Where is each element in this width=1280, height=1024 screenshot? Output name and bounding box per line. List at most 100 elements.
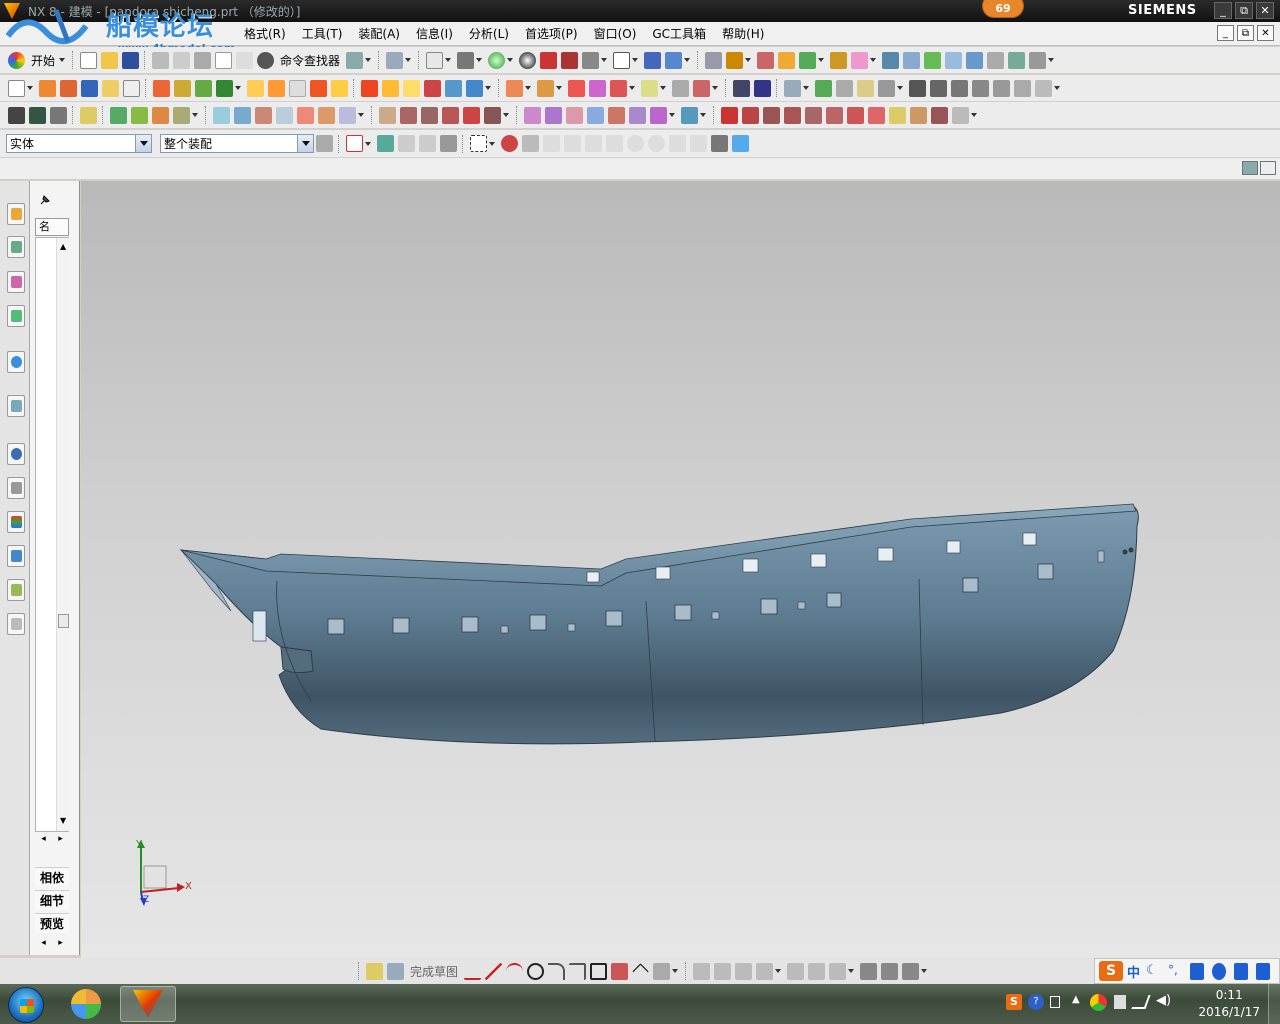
toolbar-grip[interactable] — [697, 51, 700, 69]
type-filter-select[interactable]: 实体 — [6, 134, 152, 153]
toolbar-grip[interactable] — [72, 51, 75, 69]
snap-quadrant-icon[interactable] — [648, 135, 665, 152]
styled-blend-icon[interactable] — [566, 106, 583, 124]
silhouette-icon[interactable] — [545, 106, 562, 124]
dropdown-arrow[interactable] — [365, 141, 371, 146]
dropdown-arrow[interactable] — [476, 58, 483, 62]
dropdown-arrow[interactable] — [525, 86, 531, 90]
pin-icon[interactable] — [40, 195, 50, 205]
n-sided-surface-icon[interactable] — [297, 106, 314, 124]
paint-icon[interactable] — [152, 106, 169, 124]
restore-button[interactable]: ⧉ — [1235, 2, 1253, 19]
chevron-down-icon[interactable] — [297, 135, 313, 152]
clip-icon[interactable] — [561, 51, 579, 69]
mirror-curve-icon[interactable] — [860, 962, 878, 980]
snap-on-curve-icon[interactable] — [690, 135, 707, 152]
touch-mode-icon[interactable] — [346, 51, 364, 69]
profile-icon[interactable] — [464, 963, 482, 980]
body-select-icon[interactable] — [398, 135, 415, 152]
close-button[interactable]: ✕ — [1256, 2, 1274, 19]
save-icon[interactable] — [122, 51, 140, 69]
table-icon[interactable] — [705, 51, 723, 69]
dropdown-arrow[interactable] — [632, 58, 639, 62]
3d-cube-icon[interactable] — [732, 135, 749, 152]
block-icon[interactable] — [882, 51, 900, 69]
dropdown-arrow[interactable] — [365, 58, 372, 62]
snap-arc-center-icon[interactable] — [627, 135, 644, 152]
toolbar-grip[interactable] — [713, 106, 716, 124]
dropdown-arrow[interactable] — [192, 113, 198, 117]
stack-icon[interactable] — [29, 106, 46, 124]
boss-icon[interactable] — [102, 79, 119, 97]
fillet-icon[interactable] — [548, 962, 566, 980]
toolbar-grip[interactable] — [685, 962, 688, 980]
background-icon[interactable] — [582, 51, 600, 69]
component-select-icon[interactable] — [419, 135, 436, 152]
trim-sheet-icon[interactable] — [400, 106, 417, 124]
navigator-scrollbar[interactable]: ▲ ▼ — [56, 238, 69, 831]
offset-curve-icon[interactable] — [1014, 79, 1031, 97]
dropdown-arrow[interactable] — [818, 58, 825, 62]
menu-window[interactable]: 窗口(O) — [586, 25, 645, 42]
reuse-library-tab[interactable] — [7, 305, 25, 327]
horizontal-scrollbar[interactable]: ◂ ▸ — [35, 833, 69, 845]
datum-icon[interactable] — [757, 51, 775, 69]
dropdown-arrow[interactable] — [921, 969, 928, 973]
copy-icon[interactable] — [173, 51, 191, 69]
polygon-icon[interactable] — [611, 962, 629, 980]
conic-icon[interactable] — [952, 106, 969, 124]
toolbar-grip[interactable] — [371, 106, 374, 124]
hole-icon[interactable] — [81, 79, 98, 97]
new-sketch-icon[interactable] — [8, 79, 25, 97]
auto-dimension-icon[interactable] — [808, 962, 826, 980]
line-icon[interactable] — [721, 106, 738, 124]
shading-icon[interactable] — [519, 51, 537, 69]
wrench-icon[interactable] — [1256, 962, 1271, 980]
chamfer-icon[interactable] — [569, 962, 587, 980]
scene-icon[interactable] — [8, 106, 25, 124]
fillet-curve-icon[interactable] — [826, 106, 843, 124]
spline-icon[interactable] — [930, 79, 947, 97]
dropdown-arrow[interactable] — [485, 86, 491, 90]
split-body-icon[interactable] — [424, 79, 441, 97]
view-tile-icon[interactable] — [1242, 161, 1258, 175]
sew-icon[interactable] — [445, 79, 462, 97]
dropdown-arrow[interactable] — [629, 86, 635, 90]
section-view-icon[interactable] — [540, 51, 558, 69]
tape-icon[interactable] — [80, 106, 97, 124]
trim-body-icon[interactable] — [216, 79, 233, 97]
arc-icon[interactable] — [506, 962, 524, 980]
dropdown-arrow[interactable] — [1048, 58, 1055, 62]
corner-icon[interactable] — [735, 962, 753, 980]
toolbar-grip[interactable] — [725, 79, 728, 97]
dropdown-arrow[interactable] — [1054, 86, 1060, 90]
intersect-icon[interactable] — [195, 79, 212, 97]
subtract-icon[interactable] — [174, 79, 191, 97]
through-curves-icon[interactable] — [213, 106, 230, 124]
general-selection-icon[interactable] — [346, 135, 363, 152]
system-materials-tab[interactable] — [7, 477, 25, 499]
text-icon[interactable] — [889, 106, 906, 124]
ruled-icon[interactable] — [339, 106, 356, 124]
snap-tangent-icon[interactable] — [606, 135, 623, 152]
snap-existing-point-icon[interactable] — [669, 135, 686, 152]
snap-endpoint-icon[interactable] — [522, 135, 539, 152]
scroll-left-icon[interactable]: ◂ — [41, 938, 46, 948]
notification-badge[interactable]: 69 — [982, 0, 1024, 18]
skin-icon[interactable] — [1234, 962, 1249, 980]
point-plus-icon[interactable] — [632, 962, 649, 980]
scrollbar-thumb[interactable] — [58, 614, 69, 628]
snap-on-face-icon[interactable] — [711, 135, 728, 152]
pen-icon[interactable] — [754, 79, 771, 97]
navigator-tree[interactable]: ▲ ▼ — [35, 237, 69, 832]
sogou-ime-logo[interactable]: S — [1099, 961, 1123, 981]
transform-icon[interactable] — [131, 106, 148, 124]
offset-icon[interactable] — [966, 51, 984, 69]
menu-assemblies[interactable]: 装配(A) — [350, 25, 408, 42]
gear-icon[interactable] — [440, 135, 457, 152]
sheet-icon[interactable] — [903, 51, 921, 69]
dropdown-arrow[interactable] — [507, 58, 514, 62]
offset-face-icon[interactable] — [382, 79, 399, 97]
circle-icon[interactable] — [527, 962, 545, 980]
quick-trim-icon[interactable] — [653, 962, 671, 980]
